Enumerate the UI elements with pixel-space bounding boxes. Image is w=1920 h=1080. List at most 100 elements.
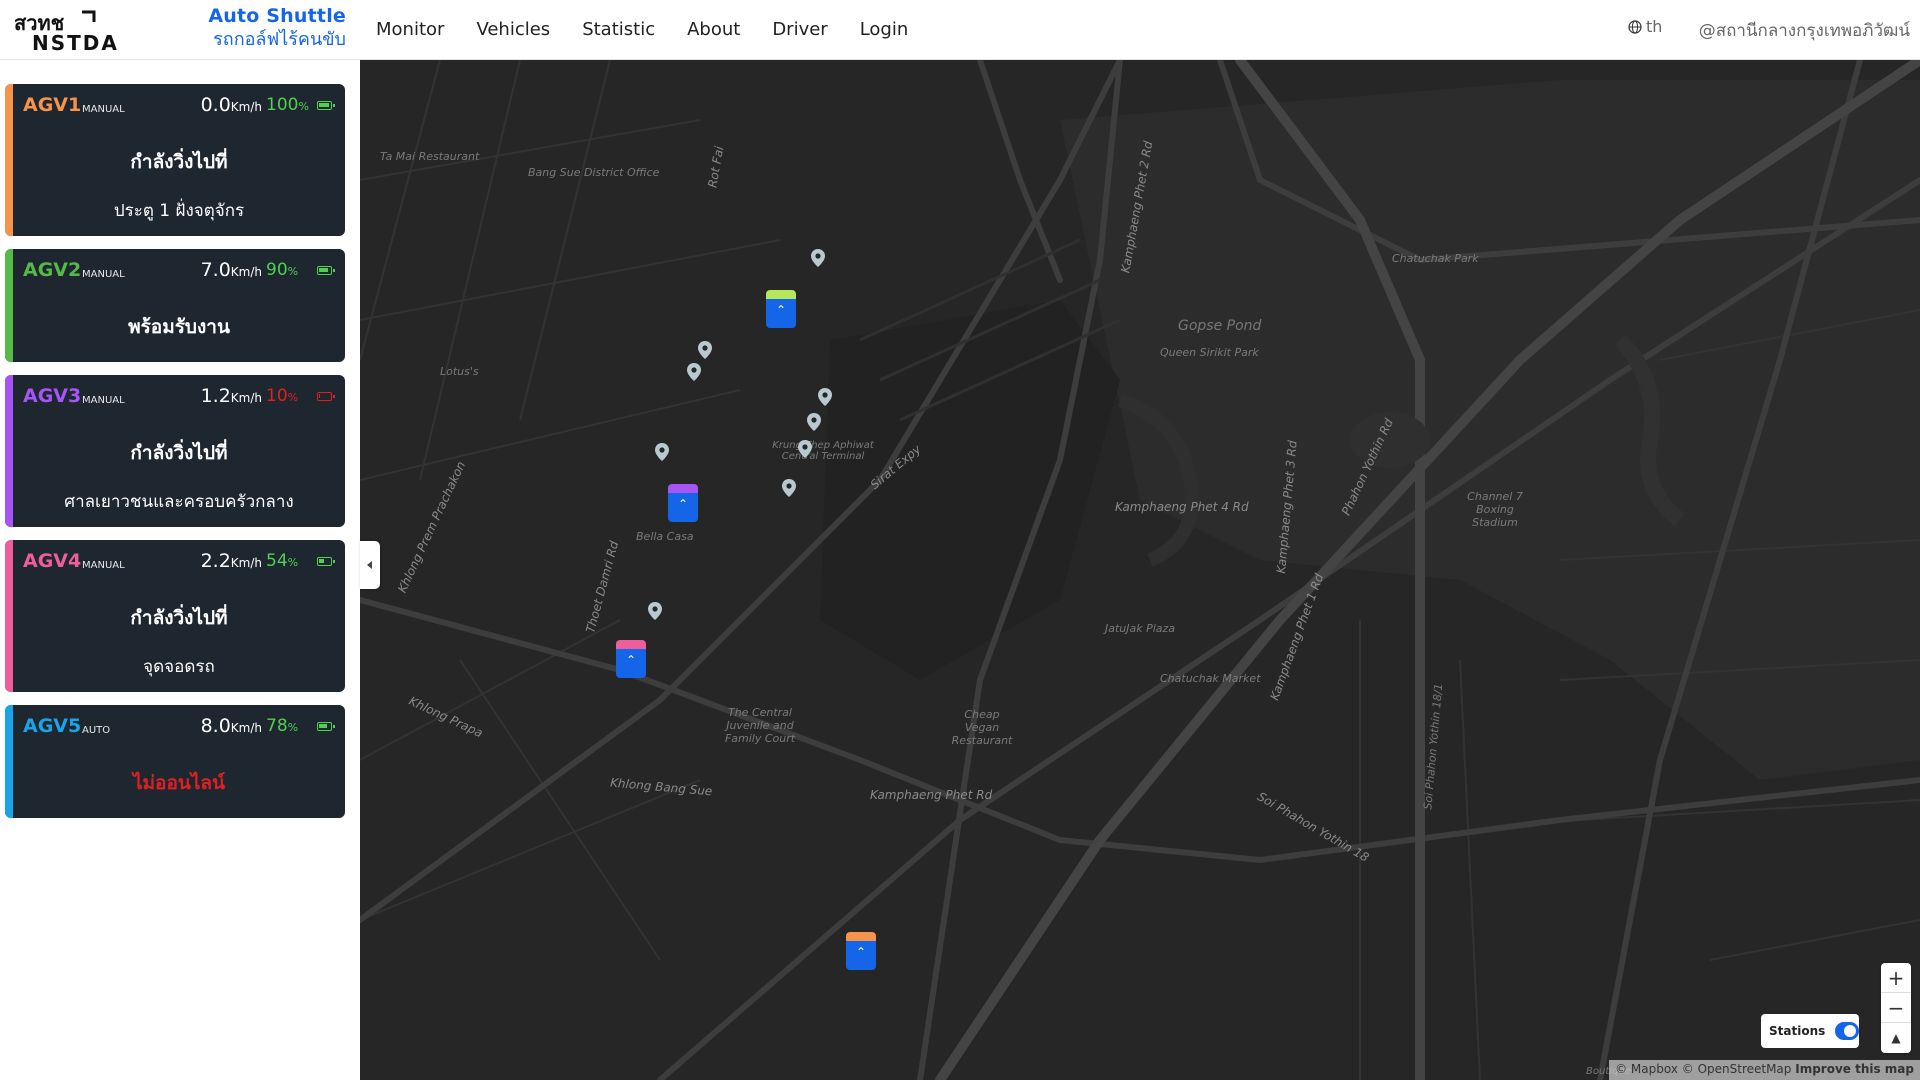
map-label: Queen Sirikit Park <box>1160 346 1259 359</box>
vehicle-speed: 0.0Km/h <box>200 94 262 116</box>
station-marker[interactable] <box>811 249 825 267</box>
vehicle-status: ไม่ออนไลน์ <box>132 772 226 794</box>
vehicle-battery: 10% <box>266 386 299 406</box>
map-label: Gopse Pond <box>1178 318 1262 334</box>
agv3-map-marker[interactable]: ⌃ <box>668 484 698 524</box>
nav-driver[interactable]: Driver <box>772 19 827 40</box>
station-marker[interactable] <box>687 363 701 381</box>
chevron-up-icon: ⌃ <box>677 497 689 511</box>
vehicle-status: กำลังวิ่งไปที่ <box>130 151 228 173</box>
battery-icon <box>317 392 335 401</box>
vehicle-color-stripe <box>5 540 13 692</box>
vehicle-card-agv4[interactable]: AGV4 MANUAL 2.2Km/h 54% กำลังวิ่งไปที่ จ… <box>5 540 345 692</box>
station-marker[interactable] <box>782 479 796 497</box>
battery-icon <box>317 557 335 566</box>
vehicle-mode: AUTO <box>82 725 111 736</box>
vehicle-mode: MANUAL <box>82 269 125 280</box>
vehicle-battery: 54% <box>266 551 299 571</box>
map-label: The Central Juvenile and Family Court <box>724 706 796 745</box>
nstda-logo[interactable]: สวทช NSTDA <box>12 8 142 55</box>
vehicle-card-agv1[interactable]: AGV1 MANUAL 0.0Km/h 100% กำลังวิ่งไปที่ … <box>5 84 345 236</box>
vehicle-card-agv3[interactable]: AGV3 MANUAL 1.2Km/h 10% กำลังวิ่งไปที่ ศ… <box>5 375 345 527</box>
chevron-up-icon: ⌃ <box>625 653 637 667</box>
zoom-in-button[interactable]: + <box>1881 963 1911 993</box>
station-marker[interactable] <box>648 602 662 620</box>
map-view[interactable]: Ta Mai Restaurant Bang Sue District Offi… <box>360 60 1920 1080</box>
zoom-controls: + − ▲ <box>1881 963 1911 1053</box>
vehicle-name: AGV1 <box>23 94 82 116</box>
vehicle-destination: ศาลเยาวชนและครอบครัวกลาง <box>64 492 294 512</box>
vehicle-color-stripe <box>5 84 13 236</box>
vehicle-battery: 78% <box>266 716 299 736</box>
map-label: Chatuchak Market <box>1160 672 1261 685</box>
compass-button[interactable]: ▲ <box>1881 1023 1911 1053</box>
station-marker[interactable] <box>807 413 821 431</box>
language-selector[interactable]: th <box>1628 17 1662 36</box>
map-label: Ta Mai Restaurant <box>380 150 480 163</box>
vehicle-destination: จุดจอดรถ <box>143 657 215 677</box>
nav-login[interactable]: Login <box>860 19 909 40</box>
vehicle-sidebar: AGV1 MANUAL 0.0Km/h 100% กำลังวิ่งไปที่ … <box>0 60 360 1080</box>
map-label: Bang Sue District Office <box>528 166 660 179</box>
vehicle-name: AGV4 <box>23 550 82 572</box>
stations-label: Stations <box>1769 1024 1826 1038</box>
battery-icon <box>317 266 335 275</box>
brand-title: Auto Shuttle <box>208 5 346 27</box>
stations-switch[interactable] <box>1835 1022 1859 1040</box>
vehicle-status: กำลังวิ่งไปที่ <box>130 607 228 629</box>
brand-subtitle: รถกอล์ฟไร้คนขับ <box>213 29 346 50</box>
globe-icon <box>1628 19 1642 34</box>
vehicle-card-agv2[interactable]: AGV2 MANUAL 7.0Km/h 90% พร้อมรับงาน <box>5 249 345 362</box>
vehicle-battery: 90% <box>266 260 299 280</box>
nav-statistic[interactable]: Statistic <box>582 19 655 40</box>
vehicle-color-stripe <box>5 249 13 362</box>
agv1-map-marker[interactable]: ⌃ <box>846 932 876 972</box>
map-label: Chatuchak Park <box>1392 252 1479 265</box>
battery-icon <box>317 101 335 110</box>
map-label: Channel 7 Boxing Stadium <box>1467 490 1523 529</box>
vehicle-speed: 8.0Km/h <box>200 715 262 737</box>
map-label: Kamphaeng Phet Rd <box>870 788 993 802</box>
station-marker[interactable] <box>798 440 812 458</box>
map-label: Bella Casa <box>636 530 694 543</box>
location-label[interactable]: @สถานีกลางกรุงเทพอภิวัฒน์ <box>1699 17 1910 44</box>
vehicle-name: AGV3 <box>23 385 82 407</box>
map-label: Cheap Vegan Restaurant <box>951 708 1013 747</box>
vehicle-status: กำลังวิ่งไปที่ <box>130 442 228 464</box>
brand: Auto Shuttle รถกอล์ฟไร้คนขับ <box>186 4 346 52</box>
vehicle-status: พร้อมรับงาน <box>128 316 230 338</box>
agv2-map-marker[interactable]: ⌃ <box>766 290 796 330</box>
station-marker[interactable] <box>655 443 669 461</box>
stations-toggle[interactable]: Stations <box>1761 1014 1859 1048</box>
map-label: JatuJak Plaza <box>1105 622 1176 635</box>
vehicle-speed: 1.2Km/h <box>200 385 262 407</box>
nav-monitor[interactable]: Monitor <box>376 19 444 40</box>
vehicle-speed: 2.2Km/h <box>200 550 262 572</box>
vehicle-card-agv5[interactable]: AGV5 AUTO 8.0Km/h 78% ไม่ออนไลน์ <box>5 705 345 818</box>
vehicle-color-stripe <box>5 705 13 818</box>
nav-about[interactable]: About <box>687 19 740 40</box>
map-attribution: © Mapbox © OpenStreetMap Improve this ma… <box>1609 1060 1920 1080</box>
zoom-out-button[interactable]: − <box>1881 993 1911 1023</box>
station-marker[interactable] <box>698 341 712 359</box>
vehicle-mode: MANUAL <box>82 104 125 115</box>
chevron-up-icon: ⌃ <box>775 303 787 317</box>
map-label: Lotus's <box>440 365 479 378</box>
nav-vehicles[interactable]: Vehicles <box>476 19 550 40</box>
chevron-up-icon: ⌃ <box>855 945 867 959</box>
map-label: Krung Thep Aphiwat Central Terminal <box>772 440 874 462</box>
station-marker[interactable] <box>818 388 832 406</box>
top-navbar: สวทช NSTDA Auto Shuttle รถกอล์ฟไร้คนขับ … <box>0 0 1920 60</box>
vehicle-destination: ประตู 1 ฝั่งจตุจักร <box>113 201 245 221</box>
improve-map-link[interactable]: Improve this map <box>1795 1062 1914 1076</box>
vehicle-speed: 7.0Km/h <box>200 259 262 281</box>
main-nav: Monitor Vehicles Statistic About Driver … <box>376 0 940 58</box>
vehicle-battery: 100% <box>266 95 309 115</box>
battery-icon <box>317 722 335 731</box>
svg-text:NSTDA: NSTDA <box>32 31 119 52</box>
vehicle-color-stripe <box>5 375 13 527</box>
agv4-map-marker[interactable]: ⌃ <box>616 640 646 680</box>
map-label: Kamphaeng Phet 4 Rd <box>1115 500 1249 514</box>
vehicle-mode: MANUAL <box>82 395 125 406</box>
sidebar-collapse-button[interactable] <box>360 541 380 589</box>
